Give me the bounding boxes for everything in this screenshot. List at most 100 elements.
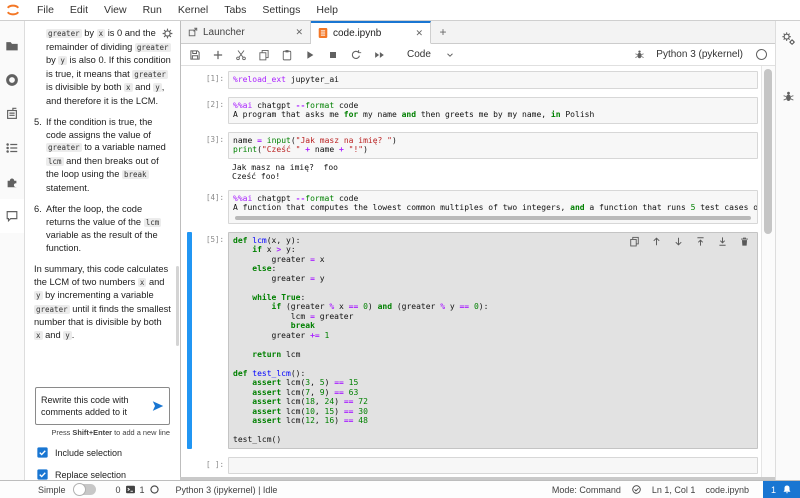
tab-code-ipynb[interactable]: code.ipynb ✕ (311, 21, 431, 44)
menu-help[interactable]: Help (308, 4, 346, 16)
insert-cell-above-icon[interactable] (695, 236, 706, 247)
cell-input-editor[interactable]: %%ai chatgpt --format code A program that… (228, 96, 758, 124)
notebook-scrollbar[interactable] (761, 66, 775, 481)
cell-prompt: [ ]: (205, 459, 224, 469)
cursor-position[interactable]: Ln 1, Col 1 (652, 485, 696, 495)
inline-code-chip: greater (132, 69, 168, 79)
cell-prompt: [2]: (205, 99, 224, 109)
inline-code-chip: greater (46, 29, 82, 38)
menu-file[interactable]: File (29, 4, 62, 16)
cell-input-editor[interactable] (228, 456, 758, 474)
running-kernels-icon[interactable] (0, 63, 24, 97)
cell-input-editor[interactable]: def lcm(x, y): if x > y: greater = x els… (228, 231, 758, 449)
delete-cell-icon[interactable] (739, 236, 750, 247)
chat-input-value[interactable]: Rewrite this code with comments added to… (36, 391, 151, 421)
notifications-badge[interactable]: 1 (762, 481, 800, 498)
simple-mode-label: Simple (38, 484, 66, 495)
cell-type-dropdown[interactable]: Code (403, 48, 459, 61)
property-inspector-gears-icon[interactable] (781, 31, 796, 46)
tab-launcher[interactable]: Launcher ✕ (181, 21, 311, 43)
replace-selection-checkbox[interactable]: Replace selection (37, 469, 126, 480)
left-activity-bar (0, 21, 25, 481)
close-tab-icon[interactable]: ✕ (295, 27, 303, 38)
restart-kernel-icon[interactable] (350, 49, 362, 61)
status-bar: Simple 0 1 Python 3 (ipykernel) | Idle M… (0, 480, 800, 498)
simple-mode-toggle[interactable] (72, 483, 96, 496)
notebook-cell[interactable]: [5]: def lcm(x, y): if x > y: greater = … (187, 231, 758, 449)
insert-cell-icon[interactable] (212, 49, 224, 61)
extensions-icon[interactable] (0, 165, 24, 199)
cell-input-editor[interactable]: %reload_ext jupyter_ai (228, 71, 758, 89)
inline-code-chip: break (121, 170, 149, 179)
send-icon[interactable] (151, 399, 165, 413)
cell-input-editor[interactable]: %%ai chatgpt --format code A function tha… (228, 189, 758, 224)
cell-toolbar (629, 236, 750, 247)
inline-code-chip: x (34, 330, 43, 340)
terminal-icon (125, 485, 135, 494)
chat-input[interactable]: Rewrite this code with comments added to… (35, 387, 170, 425)
cell-collapser[interactable] (187, 231, 192, 449)
new-tab-button[interactable]: + (431, 21, 455, 43)
debugger-bug-icon[interactable] (782, 90, 795, 103)
cell-collapser[interactable] (187, 190, 192, 224)
insert-cell-below-icon[interactable] (717, 236, 728, 247)
notebook-toolbar: Code Python 3 (pykernel) (181, 44, 775, 66)
inline-code-chip: x (137, 277, 147, 287)
run-all-icon[interactable] (373, 49, 386, 61)
menu-kernel[interactable]: Kernel (170, 4, 216, 16)
stop-icon[interactable] (327, 49, 339, 61)
tab-bar: Launcher ✕ code.ipynb ✕ + (181, 21, 775, 44)
paste-icon[interactable] (281, 49, 293, 61)
cell-prompt: [4]: (205, 192, 224, 202)
table-of-contents-icon[interactable] (0, 131, 24, 165)
file-browser-icon[interactable] (0, 29, 24, 63)
kernel-status-icon[interactable] (756, 49, 767, 60)
close-tab-icon[interactable]: ✕ (415, 28, 423, 39)
bell-icon (783, 485, 791, 494)
menu-run[interactable]: Run (135, 4, 170, 16)
menu-tabs[interactable]: Tabs (216, 4, 254, 16)
property-inspector-icon[interactable] (0, 97, 24, 131)
notebook-cell[interactable]: [4]: %%ai chatgpt --format code A function… (187, 189, 758, 224)
cell-prompt: [1]: (205, 74, 224, 83)
save-icon[interactable] (189, 49, 201, 61)
chat-paragraph: greater by x is 0 and the remainder of d… (46, 28, 171, 106)
run-icon[interactable] (304, 49, 316, 61)
menu-edit[interactable]: Edit (62, 4, 96, 16)
chat-scrollbar[interactable] (176, 266, 179, 346)
debugger-bug-icon[interactable] (634, 49, 645, 60)
cell-collapser[interactable] (187, 132, 192, 182)
chat-paragraph: 6. After the loop, the code returns the v… (34, 204, 162, 253)
copy-icon[interactable] (258, 49, 270, 61)
mode-indicator[interactable]: Mode: Command (552, 485, 621, 495)
kernel-name-button[interactable]: Python 3 (pykernel) (656, 49, 743, 60)
inline-code-chip: lcm (143, 217, 162, 227)
chat-icon[interactable] (0, 199, 24, 233)
move-cell-up-icon[interactable] (651, 236, 662, 247)
notebook-cell[interactable]: [1]: %reload_ext jupyter_ai (187, 71, 758, 89)
notebook-icon (318, 28, 328, 38)
inline-code-chip: greater (134, 42, 171, 52)
notebook-cell[interactable]: [3]: name = input("Jak masz na imię? ") pr… (187, 131, 758, 182)
menu-view[interactable]: View (96, 4, 135, 16)
cut-icon[interactable] (235, 49, 247, 61)
kernel-status-text[interactable]: Python 3 (ipykernel) | Idle (176, 485, 278, 495)
include-selection-checkbox[interactable]: Include selection (37, 447, 122, 458)
notebook-cell[interactable]: [2]: %%ai chatgpt --format code A program … (187, 96, 758, 124)
menu-settings[interactable]: Settings (254, 4, 308, 16)
notebook-cell[interactable]: [ ]: (187, 456, 758, 475)
cell-collapser[interactable] (187, 97, 192, 124)
move-cell-down-icon[interactable] (673, 236, 684, 247)
cell-input-editor[interactable]: name = input("Jak masz na imię? ") print(… (228, 131, 758, 159)
duplicate-cell-icon[interactable] (629, 236, 640, 247)
cell-collapser[interactable] (187, 457, 192, 475)
chat-input-hint: Press Shift+Enter to add a new line (51, 428, 170, 437)
inline-code-chip: greater (34, 304, 70, 314)
cell-prompt: [5]: (205, 234, 224, 244)
chevron-down-icon (447, 52, 453, 57)
scrollbar-thumb[interactable] (764, 69, 772, 234)
inline-code-chip: x (96, 29, 106, 38)
cell-collapser[interactable] (187, 71, 192, 89)
cell-horizontal-scrollbar[interactable] (235, 215, 751, 220)
chat-message-body: greater by x is 0 and the remainder of d… (34, 27, 172, 383)
